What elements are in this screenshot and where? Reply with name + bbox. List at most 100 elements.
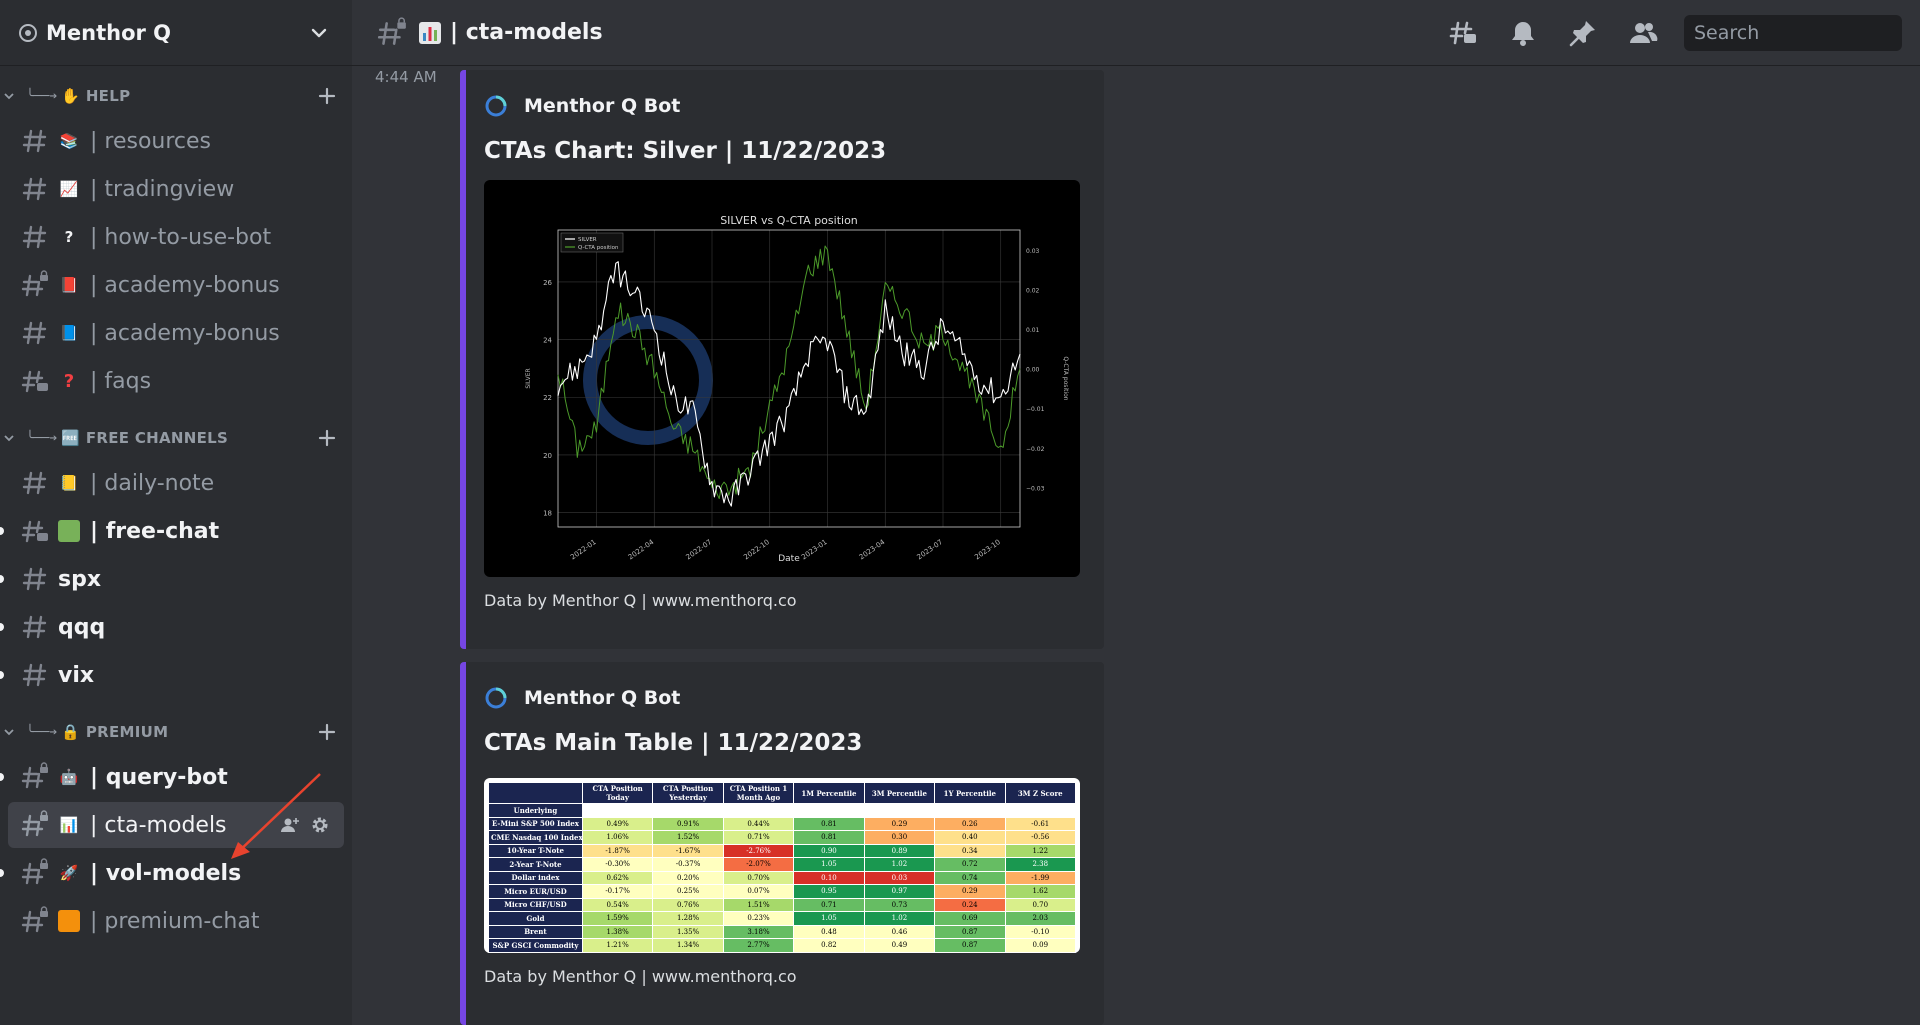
table-cell: 0.30 — [863, 830, 936, 845]
embed-author-name[interactable]: Menthor Q Bot — [524, 687, 680, 709]
server-name: Menthor Q — [46, 20, 172, 45]
table-cell: 2.38 — [1004, 857, 1077, 872]
table-cell: 0.40 — [934, 830, 1006, 845]
channel-name: | academy-bonus — [90, 272, 280, 298]
category-arrow: ╰──➔ — [26, 88, 58, 104]
x-tick-label: 2023-04 — [858, 538, 887, 562]
orange-square-emoji-icon: 🟧 — [58, 910, 80, 932]
table-cell: -1.67% — [652, 843, 724, 858]
table-cell: 0.82 — [793, 938, 865, 953]
column-header: 1M Percentile — [793, 782, 865, 804]
hash-icon — [22, 615, 47, 639]
channel-spx[interactable]: spx — [0, 556, 344, 602]
locked-hash-icon — [377, 16, 406, 45]
channel-resources[interactable]: 📚 | resources — [8, 118, 344, 164]
table-cell: 1.38% — [581, 924, 654, 939]
chevron-down-icon[interactable] — [308, 22, 330, 44]
table-cell: 0.09 — [1004, 938, 1077, 953]
chart-increasing-emoji-icon: 📈 — [59, 180, 79, 198]
hash-icon — [22, 471, 47, 495]
hash-icon — [22, 321, 47, 345]
category-arrow: ╰──➔ — [26, 430, 58, 446]
channel-daily-note[interactable]: 📒 | daily-note — [8, 460, 344, 506]
category-free-channels[interactable]: ╰──➔ 🆓 FREE CHANNELS — [0, 418, 352, 458]
subheader-cell — [581, 803, 654, 818]
embed-author-name[interactable]: Menthor Q Bot — [524, 95, 680, 117]
table-cell: 1.51% — [722, 897, 795, 912]
table-cell: 0.46 — [863, 924, 936, 939]
table-cell: 2.03 — [1004, 911, 1077, 926]
pin-icon[interactable] — [1568, 18, 1598, 48]
table-row: E-Mini S&P 500 Index 0.49% 0.91% 0.44% 0.81 0… — [488, 816, 1077, 831]
table-cell: 0.62% — [581, 870, 654, 885]
channel-name: spx — [58, 566, 102, 592]
channel-name: vix — [58, 662, 95, 688]
channel-vix[interactable]: vix — [0, 652, 344, 698]
table-cell: 0.70% — [722, 870, 795, 885]
table-row: S&P GSCI Commodity 1.21% 1.34% 2.77% 0.82 0.4… — [488, 938, 1077, 953]
channel-academy-bonus-locked[interactable]: 📕 | academy-bonus — [8, 262, 344, 308]
channel-qqq[interactable]: qqq — [0, 604, 344, 650]
column-header: 3M Percentile — [863, 782, 936, 804]
category-name: PREMIUM — [85, 723, 169, 741]
search-input[interactable] — [1694, 21, 1920, 44]
table-cell: -0.17% — [581, 884, 654, 899]
y-tick-label: 18 — [543, 510, 552, 518]
server-header[interactable]: Menthor Q — [0, 0, 352, 66]
table-cell: -1.87% — [581, 843, 654, 858]
y-axis-label: SILVER — [525, 368, 532, 388]
table-cell: 0.24 — [934, 897, 1006, 912]
subheader-cell — [1004, 803, 1077, 818]
threads-icon[interactable] — [1448, 18, 1478, 48]
cta-table: CTA Position Today CTA Position Yesterday… — [488, 782, 1077, 953]
table-cell: -0.61 — [1004, 816, 1077, 831]
category-label: 🔒 PREMIUM — [61, 723, 316, 741]
row-label: E-Mini S&P 500 Index — [488, 816, 583, 831]
table-row: Micro CHF/USD 0.54% 0.76% 1.51% 0.71 0.73 0.24… — [488, 897, 1077, 912]
category-help[interactable]: ╰──➔ ✋ HELP — [0, 76, 352, 116]
table-row: Brent 1.38% 1.35% 3.18% 0.48 0.46 0.87 -0.10 — [488, 924, 1077, 939]
table-cell: 0.23% — [722, 911, 795, 926]
embed-title: CTAs Chart: Silver | 11/22/2023 — [484, 138, 887, 164]
chart-image[interactable]: 2022-01 2022-04 2022-07 2022-10 2023-01 2023-… — [484, 180, 1080, 577]
column-header: CTA Position 1 Month Ago — [722, 782, 795, 804]
x-tick-label: 2022-04 — [627, 538, 656, 562]
notification-bell-icon[interactable] — [1508, 18, 1538, 48]
server-logo-icon — [19, 23, 37, 42]
channel-premium-chat[interactable]: 🟧 | premium-chat — [8, 898, 344, 944]
table-cell: 0.74 — [934, 870, 1006, 885]
row-label: Micro CHF/USD — [488, 897, 583, 912]
category-premium[interactable]: ╰──➔ 🔒 PREMIUM — [0, 712, 352, 752]
search-box[interactable] — [1684, 14, 1920, 51]
table-cell: 1.52% — [652, 830, 724, 845]
embed-footer: Data by Menthor Q | www.menthorq.co — [484, 967, 797, 986]
table-cell: 0.54% — [581, 897, 654, 912]
ledger-emoji-icon: 📒 — [59, 474, 79, 492]
locked-hash-icon — [21, 810, 48, 837]
channel-title: | cta-models — [450, 20, 603, 45]
table-cell: 0.71 — [793, 897, 865, 912]
channel-name: | faqs — [90, 368, 152, 394]
table-cell: 0.29 — [863, 816, 936, 831]
table-cell: -0.56 — [1004, 830, 1077, 845]
category-emoji: ✋ — [61, 87, 81, 105]
silver-cta-chart: 2022-01 2022-04 2022-07 2022-10 2023-01 2023-… — [525, 214, 1069, 564]
series-line-silver — [557, 261, 1021, 507]
channel-tradingview[interactable]: 📈 | tradingview — [8, 166, 344, 212]
table-cell: 1.22 — [1004, 843, 1077, 858]
channel-free-chat[interactable]: 🟩 | free-chat — [0, 508, 344, 554]
row-label: Dollar index — [488, 870, 583, 885]
channel-academy-bonus[interactable]: 📘 | academy-bonus — [8, 310, 344, 356]
channel-name: | how-to-use-bot — [90, 224, 272, 250]
channel-how-to-use-bot[interactable]: ? | how-to-use-bot — [8, 214, 344, 260]
add-channel-icon[interactable] — [316, 85, 338, 107]
channel-faqs[interactable]: ? | faqs — [8, 358, 344, 404]
table-cell: 0.03 — [863, 870, 936, 885]
category-name: HELP — [85, 87, 131, 105]
table-cell: 1.05 — [793, 911, 865, 926]
add-channel-icon[interactable] — [316, 721, 338, 743]
add-channel-icon[interactable] — [316, 427, 338, 449]
table-image[interactable]: CTA Position Today CTA Position Yesterday… — [484, 778, 1080, 953]
member-list-icon[interactable] — [1628, 18, 1658, 48]
legend-label: SILVER — [578, 237, 597, 243]
